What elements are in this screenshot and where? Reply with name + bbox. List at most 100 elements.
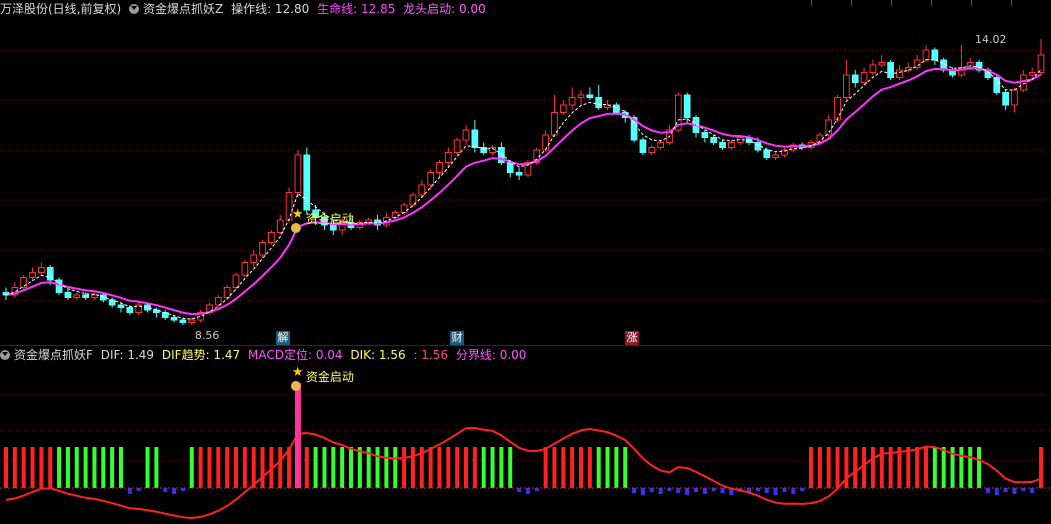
macd-bar [207,447,212,488]
candle[interactable] [825,119,833,136]
candle[interactable] [860,72,868,83]
dropdown-icon[interactable] [129,4,140,14]
candle[interactable] [506,162,514,173]
candle[interactable] [427,172,434,186]
candle[interactable] [436,162,443,173]
macd-bar [570,447,575,488]
candle[interactable] [170,317,178,321]
candle[interactable] [896,69,903,78]
candle[interactable] [73,294,81,298]
candle[interactable] [1019,74,1027,91]
candle[interactable] [188,319,196,323]
candle[interactable] [559,104,567,113]
dropdown-icon[interactable] [0,350,10,360]
candle[interactable] [250,254,258,263]
candle[interactable] [471,129,479,148]
indicator-name-bottom[interactable]: 资金爆点抓妖F [14,348,93,362]
candle[interactable] [117,304,125,308]
candle[interactable] [966,62,974,68]
indicator-name[interactable]: 资金爆点抓妖Z [143,2,223,16]
macd-bar [39,447,44,488]
macd-neg-bar [172,488,177,494]
candle[interactable] [82,294,89,298]
candle[interactable] [453,139,461,153]
macd-neg-bar [676,488,681,493]
candle[interactable] [878,62,886,66]
grid-lines [0,49,1051,461]
candle[interactable] [1011,89,1018,106]
macd-bar [924,447,928,488]
candle[interactable] [922,49,930,61]
top-right-toolbar[interactable] [811,0,1051,6]
money-bag-icon [290,381,301,391]
candle[interactable] [648,147,656,153]
candle[interactable] [515,172,523,176]
candle[interactable] [38,267,45,273]
candle[interactable] [542,134,549,151]
candle[interactable] [710,137,718,143]
candle[interactable] [108,299,116,306]
candle[interactable] [462,129,470,141]
star-icon: ★ [292,207,304,222]
candle[interactable] [843,74,850,98]
candle[interactable] [126,307,134,313]
candle[interactable] [91,294,98,298]
candle[interactable] [29,272,36,278]
panel-divider[interactable] [0,345,1051,346]
candle[interactable] [232,274,240,288]
candle[interactable] [418,184,426,196]
macd-bar [446,447,451,488]
candle[interactable] [772,154,779,158]
candle[interactable] [276,219,284,233]
candle[interactable] [1037,54,1045,73]
toolbar-segment[interactable] [851,0,890,6]
candle[interactable] [1028,72,1036,76]
candle[interactable] [179,319,187,323]
candle[interactable] [241,262,249,276]
candle[interactable] [444,152,452,163]
candle[interactable] [754,142,762,151]
toolbar-segment[interactable] [971,0,1010,6]
toolbar-segment[interactable] [891,0,930,6]
candle[interactable] [834,97,841,121]
candle[interactable] [728,142,735,148]
candle[interactable] [294,154,302,193]
candle[interactable] [480,147,488,153]
dif-trend-value: DIF趋势: 1.47 [161,348,241,362]
candle[interactable] [639,139,647,153]
candle[interactable] [869,64,877,73]
candle[interactable] [887,62,894,78]
candle[interactable] [586,94,594,98]
candle[interactable] [391,212,399,218]
candle[interactable] [577,94,585,98]
candlestick-series[interactable] [2,39,1045,325]
candle[interactable] [851,74,859,83]
macd-bar [1039,447,1043,488]
candle[interactable] [64,292,72,298]
macd-bar [216,447,221,488]
stock-chart[interactable]: 14.02 8.56 资金启动 资金启动 ★ ★ [0,0,1051,524]
marker-cai: 财 [450,331,464,345]
stock-title[interactable]: 万泽股份(日线,前复权) [0,2,121,16]
candle[interactable] [153,309,160,313]
candle[interactable] [683,94,691,118]
candle[interactable] [719,142,726,148]
toolbar-segment[interactable] [1011,0,1050,6]
candle[interactable] [223,287,231,298]
candle[interactable] [913,59,921,68]
candle[interactable] [701,132,709,138]
candle[interactable] [1002,92,1009,106]
toolbar-segment[interactable] [811,0,850,6]
candle[interactable] [400,204,408,213]
candle[interactable] [268,232,275,243]
candle[interactable] [595,97,603,108]
candle[interactable] [763,149,771,158]
macd-bar [225,447,230,488]
candle[interactable] [931,49,939,61]
candle[interactable] [259,242,266,256]
signal-pillar [294,383,301,488]
candle[interactable] [568,97,576,106]
macd-bar [959,447,964,488]
toolbar-segment[interactable] [931,0,970,6]
candle[interactable] [657,142,664,148]
